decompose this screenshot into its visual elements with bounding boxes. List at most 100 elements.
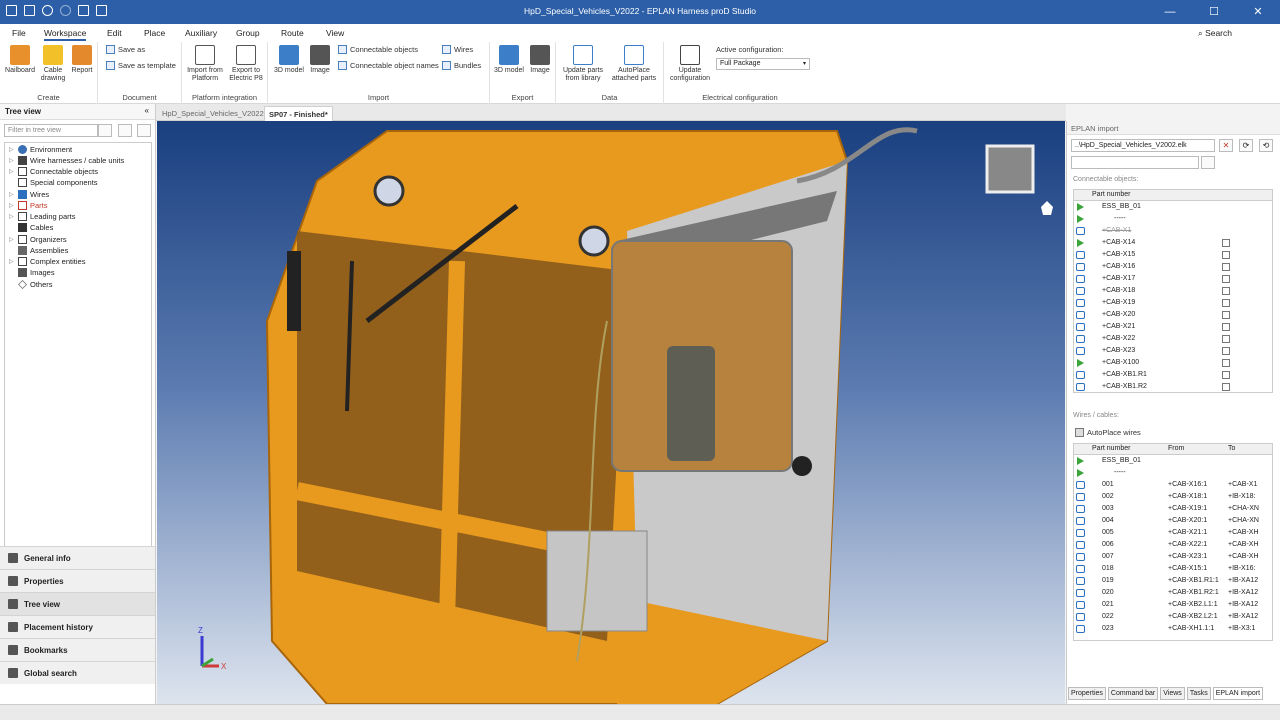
conn-row[interactable]: +CAB-XB1.R1 <box>1074 369 1272 381</box>
tab-command-bar[interactable]: Command bar <box>1107 687 1159 700</box>
tree-item-assemblies[interactable]: Assemblies <box>9 246 68 255</box>
tab-vehicles[interactable]: HpD_Special_Vehicles_V2022* <box>158 106 271 121</box>
conn-row[interactable]: +CAB-X17 <box>1074 273 1272 285</box>
minimize-button[interactable]: — <box>1148 0 1192 24</box>
search-box[interactable]: ⌕ Search <box>1198 28 1232 39</box>
tree-item-cables[interactable]: Cables <box>9 223 53 232</box>
view-cube[interactable] <box>985 144 1035 194</box>
menu-route[interactable]: Route <box>281 28 304 38</box>
filter-icon[interactable] <box>1201 156 1215 169</box>
row-checkbox[interactable] <box>1222 371 1230 379</box>
tree-filter-input[interactable]: Filter in tree view <box>4 124 98 137</box>
3d-viewport[interactable]: Z X <box>157 121 1065 704</box>
tree-item-parts[interactable]: ▷ Parts <box>9 201 48 210</box>
tree-item-connectable-objects[interactable]: ▷ Connectable objects <box>9 167 98 176</box>
conn-row[interactable]: +CAB-X100 <box>1074 357 1272 369</box>
nav-properties[interactable]: Properties <box>0 569 155 592</box>
conn-row[interactable]: +CAB-X1 <box>1074 225 1272 237</box>
wire-row[interactable]: 006 +CAB-X22:1 +CAB-XH <box>1074 539 1272 551</box>
wire-row[interactable]: 020 +CAB-XB1.R2:1 +IB-XA12 <box>1074 587 1272 599</box>
row-checkbox[interactable] <box>1222 299 1230 307</box>
tree-item-special-components[interactable]: Special components <box>9 178 98 187</box>
refresh-icon[interactable]: ⟲ <box>1259 139 1273 152</box>
filter-icon[interactable] <box>98 124 112 137</box>
report-button[interactable]: Report <box>69 45 95 75</box>
row-checkbox[interactable] <box>1222 263 1230 271</box>
col-part-number[interactable]: Part number <box>1092 191 1131 198</box>
row-checkbox[interactable] <box>1222 275 1230 283</box>
export-3d-model-button[interactable]: 3D model <box>492 45 526 75</box>
row-checkbox[interactable] <box>1222 287 1230 295</box>
autoplace-wires-checkbox[interactable]: AutoPlace wires <box>1075 428 1141 437</box>
expand-tree-icon[interactable] <box>118 124 132 137</box>
save-as-template-button[interactable]: Save as template <box>106 61 176 70</box>
wire-row[interactable]: 022 +CAB-XB2.L2:1 +IB-XA12 <box>1074 611 1272 623</box>
wire-row[interactable]: 001 +CAB-X16:1 +CAB-X1 <box>1074 479 1272 491</box>
update-parts-button[interactable]: Update parts from library <box>560 45 606 83</box>
col-from[interactable]: From <box>1168 445 1184 452</box>
tab-sp07[interactable]: SP07 - Finished* <box>264 106 333 121</box>
row-checkbox[interactable] <box>1222 239 1230 247</box>
nav-global-search[interactable]: Global search <box>0 661 155 684</box>
tree-item-others[interactable]: Others <box>9 280 53 289</box>
bundles-button[interactable]: Bundles <box>442 61 481 70</box>
conn-row[interactable]: +CAB-X18 <box>1074 285 1272 297</box>
import-3d-model-button[interactable]: 3D model <box>272 45 306 75</box>
wire-row[interactable]: ----- <box>1074 467 1272 479</box>
wire-row[interactable]: 021 +CAB-XB2.L1:1 +IB-XA12 <box>1074 599 1272 611</box>
autoplace-button[interactable]: AutoPlace attached parts <box>608 45 660 83</box>
menu-view[interactable]: View <box>326 28 344 38</box>
row-checkbox[interactable] <box>1222 311 1230 319</box>
conn-row[interactable]: +CAB-XB1.R2 <box>1074 381 1272 392</box>
conn-row[interactable]: +CAB-X15 <box>1074 249 1272 261</box>
menu-workspace[interactable]: Workspace <box>44 28 87 41</box>
row-checkbox[interactable] <box>1222 251 1230 259</box>
wire-row[interactable]: 003 +CAB-X19:1 +CHA-XN <box>1074 503 1272 515</box>
menu-place[interactable]: Place <box>144 28 165 38</box>
wires-button[interactable]: Wires <box>442 45 473 54</box>
nailboard-button[interactable]: Nailboard <box>4 45 36 75</box>
update-configuration-button[interactable]: Update configuration <box>666 45 714 83</box>
conn-row[interactable]: ESS_BB_01 <box>1074 201 1272 213</box>
collapse-icon[interactable]: « <box>145 106 149 115</box>
nav-bookmarks[interactable]: Bookmarks <box>0 638 155 661</box>
tab-eplan-import[interactable]: EPLAN import <box>1212 687 1264 700</box>
menu-auxiliary[interactable]: Auxiliary <box>185 28 217 38</box>
row-checkbox[interactable] <box>1222 359 1230 367</box>
wire-row[interactable]: 005 +CAB-X21:1 +CAB-XH <box>1074 527 1272 539</box>
wire-row[interactable]: 019 +CAB-XB1.R1:1 +IB-XA12 <box>1074 575 1272 587</box>
conn-row[interactable]: +CAB-X16 <box>1074 261 1272 273</box>
tree-item-wire-harnesses[interactable]: ▷ Wire harnesses / cable units <box>9 156 124 165</box>
import-image-button[interactable]: Image <box>308 45 332 75</box>
conn-row[interactable]: +CAB-X23 <box>1074 345 1272 357</box>
clear-icon[interactable]: ✕ <box>1219 139 1233 152</box>
conn-row[interactable]: ----- <box>1074 213 1272 225</box>
row-checkbox[interactable] <box>1222 347 1230 355</box>
conn-filter-input[interactable] <box>1071 156 1199 169</box>
nav-tree-view[interactable]: Tree view <box>0 592 155 615</box>
tree-item-leading-parts[interactable]: ▷ Leading parts <box>9 212 75 221</box>
connectable-object-names-button[interactable]: Connectable object names <box>338 61 439 70</box>
maximize-button[interactable]: ☐ <box>1192 0 1236 24</box>
cable-drawing-button[interactable]: Cable drawing <box>39 45 67 83</box>
wire-row[interactable]: 007 +CAB-X23:1 +CAB-XH <box>1074 551 1272 563</box>
save-as-button[interactable]: Save as <box>106 45 145 54</box>
close-button[interactable]: ✕ <box>1236 0 1280 24</box>
tab-views[interactable]: Views <box>1160 687 1185 700</box>
conn-row[interactable]: +CAB-X14 <box>1074 237 1272 249</box>
row-checkbox[interactable] <box>1222 335 1230 343</box>
collapse-tree-icon[interactable] <box>137 124 151 137</box>
tree-item-images[interactable]: Images <box>9 268 55 277</box>
tree-item-complex-entities[interactable]: ▷ Complex entities <box>9 257 85 266</box>
nav-general-info[interactable]: General info <box>0 546 155 569</box>
conn-row[interactable]: +CAB-X22 <box>1074 333 1272 345</box>
menu-file[interactable]: File <box>12 28 26 38</box>
export-p8-button[interactable]: Export to Electric P8 <box>226 45 266 83</box>
tab-tasks[interactable]: Tasks <box>1186 687 1211 700</box>
nav-placement-history[interactable]: Placement history <box>0 615 155 638</box>
menu-edit[interactable]: Edit <box>107 28 122 38</box>
wire-row[interactable]: 023 +CAB-XH1.1:1 +IB-X3:1 <box>1074 623 1272 635</box>
wire-row[interactable]: 004 +CAB-X20:1 +CHA-XN <box>1074 515 1272 527</box>
col-to[interactable]: To <box>1228 445 1235 452</box>
conn-row[interactable]: +CAB-X20 <box>1074 309 1272 321</box>
